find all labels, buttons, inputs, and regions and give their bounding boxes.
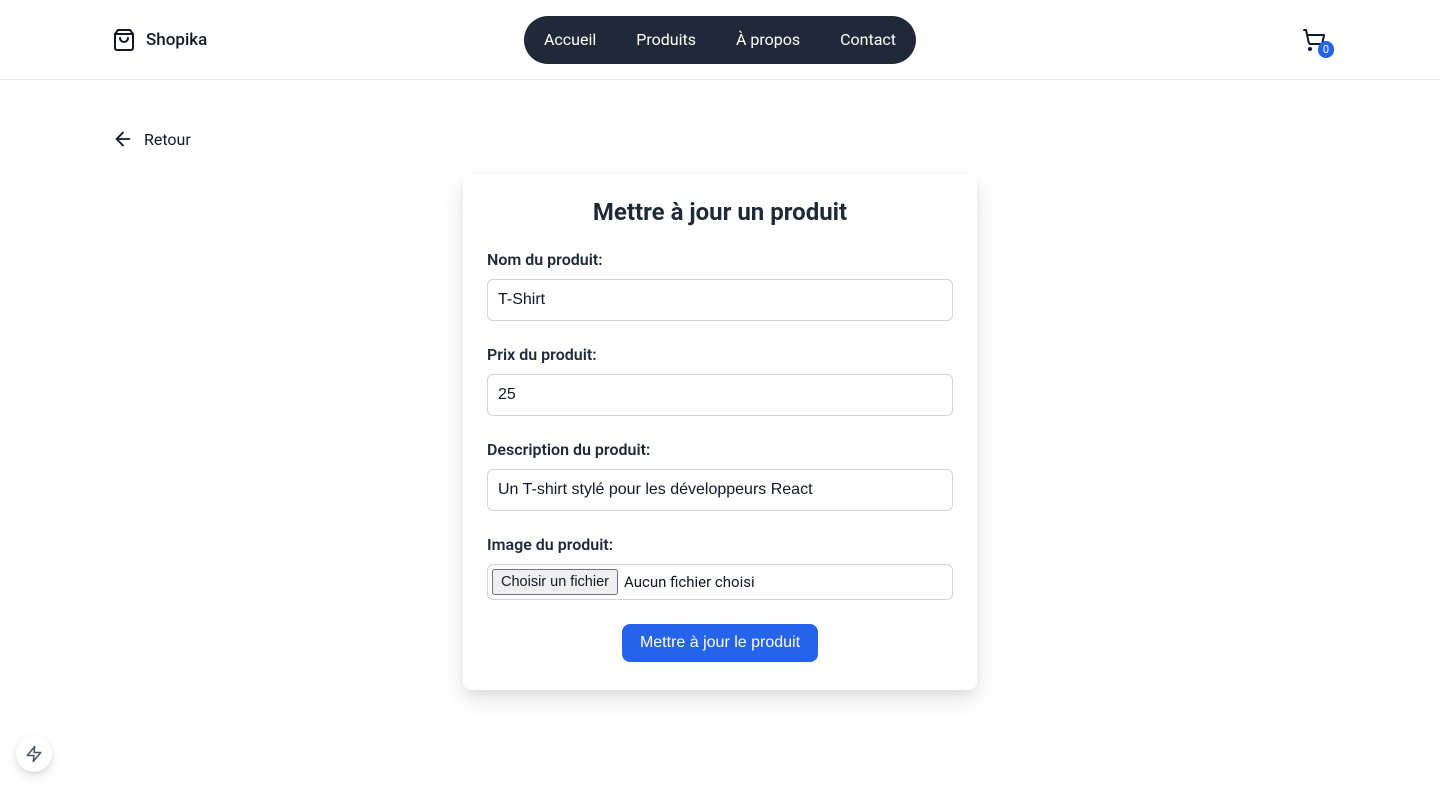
image-label: Image du produit: bbox=[487, 535, 953, 554]
price-label: Prix du produit: bbox=[487, 345, 953, 364]
back-link[interactable]: Retour bbox=[112, 128, 191, 150]
cart-button[interactable]: 0 bbox=[1300, 26, 1328, 54]
field-name: Nom du produit: bbox=[487, 250, 953, 321]
nav-home[interactable]: Accueil bbox=[544, 30, 596, 49]
update-product-card: Mettre à jour un produit Nom du produit:… bbox=[463, 174, 977, 690]
form-title: Mettre à jour un produit bbox=[487, 198, 953, 226]
main-nav: Accueil Produits À propos Contact bbox=[524, 16, 916, 64]
field-description: Description du produit: bbox=[487, 440, 953, 511]
nav-about[interactable]: À propos bbox=[736, 30, 800, 49]
floating-action-button[interactable] bbox=[16, 736, 52, 772]
app-header: Shopika Accueil Produits À propos Contac… bbox=[0, 0, 1440, 80]
file-input-wrap[interactable]: Choisir un fichier Aucun fichier choisi bbox=[487, 564, 953, 600]
description-input[interactable] bbox=[487, 469, 953, 511]
bolt-icon bbox=[25, 745, 43, 763]
page-content: Retour Mettre à jour un produit Nom du p… bbox=[112, 80, 1328, 690]
brand[interactable]: Shopika bbox=[112, 28, 207, 52]
field-price: Prix du produit: bbox=[487, 345, 953, 416]
arrow-left-icon bbox=[112, 128, 134, 150]
cart-count-badge: 0 bbox=[1318, 41, 1334, 58]
brand-name: Shopika bbox=[146, 30, 207, 50]
name-input[interactable] bbox=[487, 279, 953, 321]
name-label: Nom du produit: bbox=[487, 250, 953, 269]
submit-button[interactable]: Mettre à jour le produit bbox=[622, 624, 818, 662]
description-label: Description du produit: bbox=[487, 440, 953, 459]
nav-contact[interactable]: Contact bbox=[840, 30, 896, 49]
file-status-text: Aucun fichier choisi bbox=[624, 573, 755, 591]
shopping-bag-icon bbox=[112, 28, 136, 52]
choose-file-button[interactable]: Choisir un fichier bbox=[492, 569, 618, 595]
price-input[interactable] bbox=[487, 374, 953, 416]
field-image: Image du produit: Choisir un fichier Auc… bbox=[487, 535, 953, 600]
submit-row: Mettre à jour le produit bbox=[487, 624, 953, 662]
back-label: Retour bbox=[144, 130, 191, 149]
nav-products[interactable]: Produits bbox=[636, 30, 696, 49]
